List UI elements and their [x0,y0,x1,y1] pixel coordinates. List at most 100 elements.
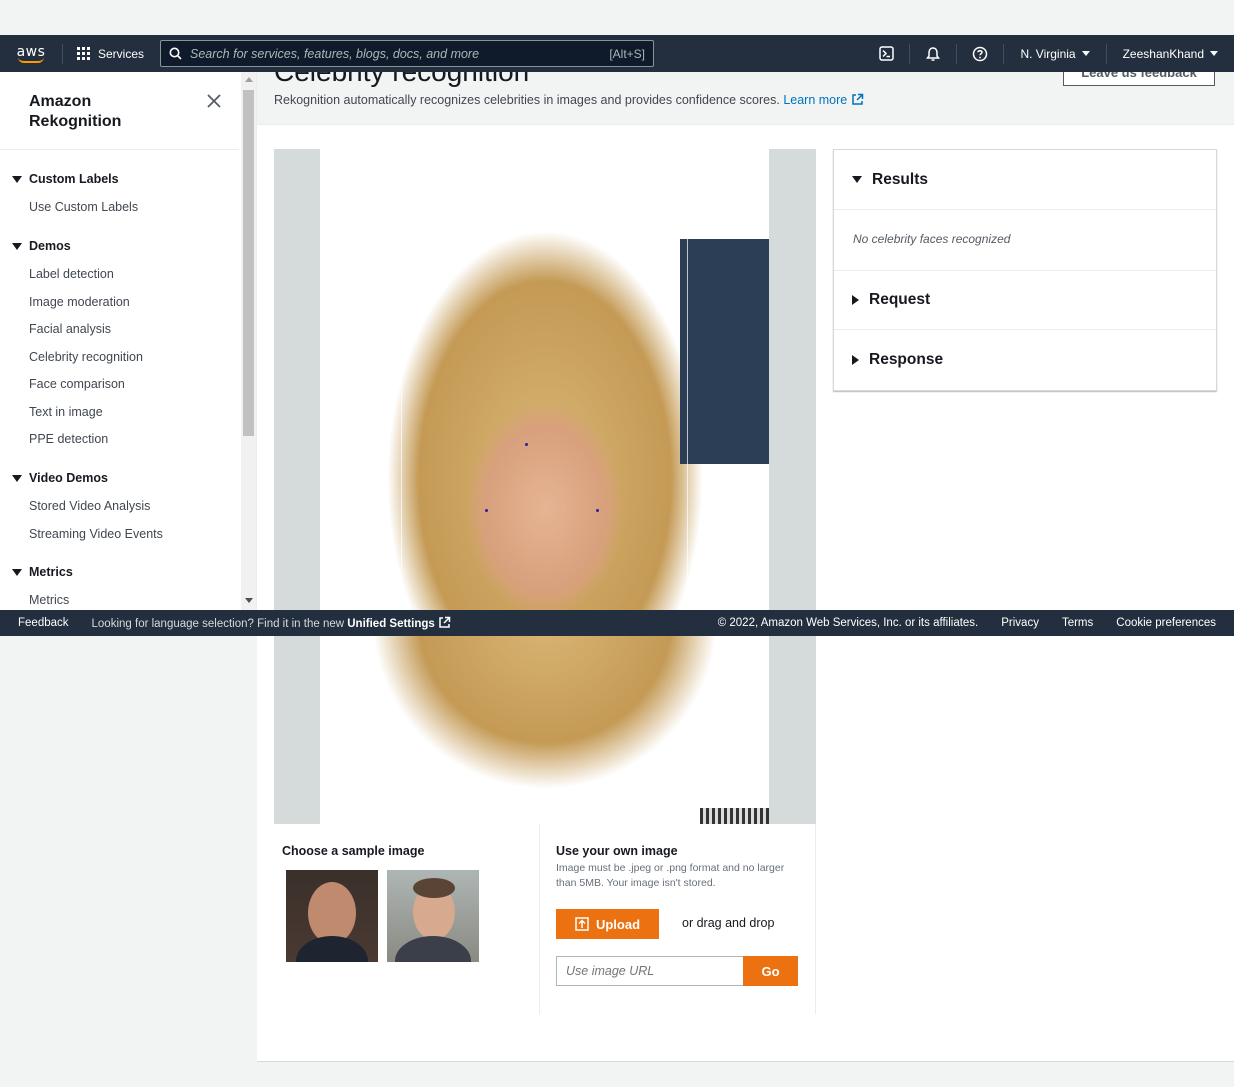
image-url-input[interactable] [556,956,744,986]
cloudshell-icon [879,46,894,61]
description-text: Rekognition automatically recognizes cel… [274,93,780,107]
caret-down-icon [852,176,862,183]
sidebar-section-video-demos[interactable]: Video Demos [12,471,108,485]
sidebar-item-facial-analysis[interactable]: Facial analysis [29,322,111,336]
drag-drop-text: or drag and drop [682,916,775,930]
caret-down-icon [12,242,22,250]
sample-images-label: Choose a sample image [282,844,425,858]
sidebar-item-use-custom-labels[interactable]: Use Custom Labels [29,200,138,214]
services-menu-button[interactable]: Services [63,35,158,72]
celebrity-photo-lower [320,636,769,824]
request-label: Request [869,291,931,308]
sidebar-item-image-moderation[interactable]: Image moderation [29,295,130,309]
caret-down-icon [1081,51,1090,56]
grid-icon [77,47,90,60]
account-menu[interactable]: ZeeshanKhand [1107,35,1234,72]
response-label: Response [869,351,944,368]
top-navigation-bar: aws Services Search for services, featur… [0,35,1234,72]
cloudshell-button[interactable] [863,35,909,72]
sidebar-section-metrics[interactable]: Metrics [12,565,73,579]
notifications-button[interactable] [910,35,956,72]
no-faces-message: No celebrity faces recognized [853,232,1011,246]
sidebar-scrollbar[interactable] [241,72,256,610]
caret-right-icon [852,355,859,365]
learn-more-label: Learn more [783,93,848,107]
unified-settings-link[interactable]: Unified Settings [347,618,435,630]
face-shape [308,882,356,944]
upload-button[interactable]: Upload [556,909,659,939]
copyright-text: © 2022, Amazon Web Services, Inc. or its… [717,617,979,629]
results-panel: Results No celebrity faces recognized Re… [833,149,1217,391]
leave-feedback-button[interactable]: Leave us feedback [1063,72,1215,86]
response-section-header[interactable]: Response [834,330,1216,390]
cookie-preferences-link[interactable]: Cookie preferences [1116,617,1216,629]
section-label: Demos [29,239,71,253]
sidebar-item-text-in-image[interactable]: Text in image [29,405,103,419]
face-landmark-dot [485,509,488,512]
go-button[interactable]: Go [743,956,798,986]
upload-label: Upload [595,916,641,932]
face-bounding-box [401,215,688,615]
sidebar-title[interactable]: Amazon Rekognition [29,92,169,132]
search-shortcut: [Alt+S] [609,46,646,61]
sample-image-2[interactable] [387,870,479,962]
global-search-input[interactable]: Search for services, features, blogs, do… [160,40,655,67]
search-placeholder: Search for services, features, blogs, do… [190,46,480,61]
own-image-hint: Image must be .jpeg or .png format and n… [556,862,785,889]
terms-link[interactable]: Terms [1062,617,1093,629]
sidebar-item-celebrity-recognition[interactable]: Celebrity recognition [29,350,143,364]
caret-down-icon [1210,51,1218,56]
privacy-link[interactable]: Privacy [1001,617,1039,629]
language-prompt-text: Looking for language selection? Find it … [91,618,345,630]
own-image-panel: Use your own image Image must be .jpeg o… [540,824,816,1014]
shoulders-shape [296,936,368,962]
sidebar-item-metrics[interactable]: Metrics [29,593,69,607]
sidebar-item-ppe-detection[interactable]: PPE detection [29,432,108,446]
services-label: Services [98,46,145,61]
sidebar-item-stored-video-analysis[interactable]: Stored Video Analysis [29,499,150,513]
sidebar-section-demos[interactable]: Demos [12,239,71,253]
region-selector[interactable]: N. Virginia [1004,35,1105,72]
sidebar-item-face-comparison[interactable]: Face comparison [29,377,125,391]
sample-images-panel: Choose a sample image [274,824,540,1014]
scrollbar-thumb[interactable] [243,90,254,436]
caret-right-icon [852,295,859,305]
side-navigation: Amazon Rekognition Custom Labels Use Cus… [0,72,257,610]
request-section-header[interactable]: Request [834,270,1216,330]
language-prompt: Looking for language selection? Find it … [92,616,451,630]
analyzed-image-lower [274,636,816,824]
page-description: Rekognition automatically recognizes cel… [274,93,864,107]
close-icon[interactable] [206,93,222,109]
aws-smile-icon [18,57,44,63]
page-header: Celebrity recognition Leave us feedback … [257,72,1234,125]
console-footer: Feedback Looking for language selection?… [0,610,1234,636]
account-name: ZeeshanKhand [1122,46,1204,61]
sidebar-item-label-detection[interactable]: Label detection [29,267,114,281]
sidebar-section-custom-labels[interactable]: Custom Labels [12,172,119,186]
help-button[interactable] [957,35,1003,72]
caret-down-icon [12,175,22,183]
sample-image-1[interactable] [286,870,378,962]
shoulders-shape [395,936,471,962]
scroll-up-icon[interactable] [245,77,253,82]
section-label: Metrics [29,565,73,579]
aws-logo[interactable]: aws [0,35,62,72]
results-section-header[interactable]: Results [834,150,1216,210]
caret-down-icon [12,474,22,482]
upload-icon [575,917,589,931]
learn-more-link[interactable]: Learn more [783,93,863,107]
own-image-label: Use your own image [556,844,678,858]
scroll-down-icon[interactable] [245,598,253,603]
face-landmark-dot [596,509,599,512]
sidebar-item-streaming-video-events[interactable]: Streaming Video Events [29,527,163,541]
dress-detail [700,808,769,824]
footer-feedback-link[interactable]: Feedback [0,617,69,629]
search-icon [169,47,182,60]
section-label: Custom Labels [29,172,119,186]
external-link-icon [851,93,863,105]
external-link-icon [439,616,451,628]
help-icon [973,46,988,61]
region-label: N. Virginia [1020,46,1076,61]
hair-shape [413,878,455,898]
photo-background-block [680,239,769,464]
